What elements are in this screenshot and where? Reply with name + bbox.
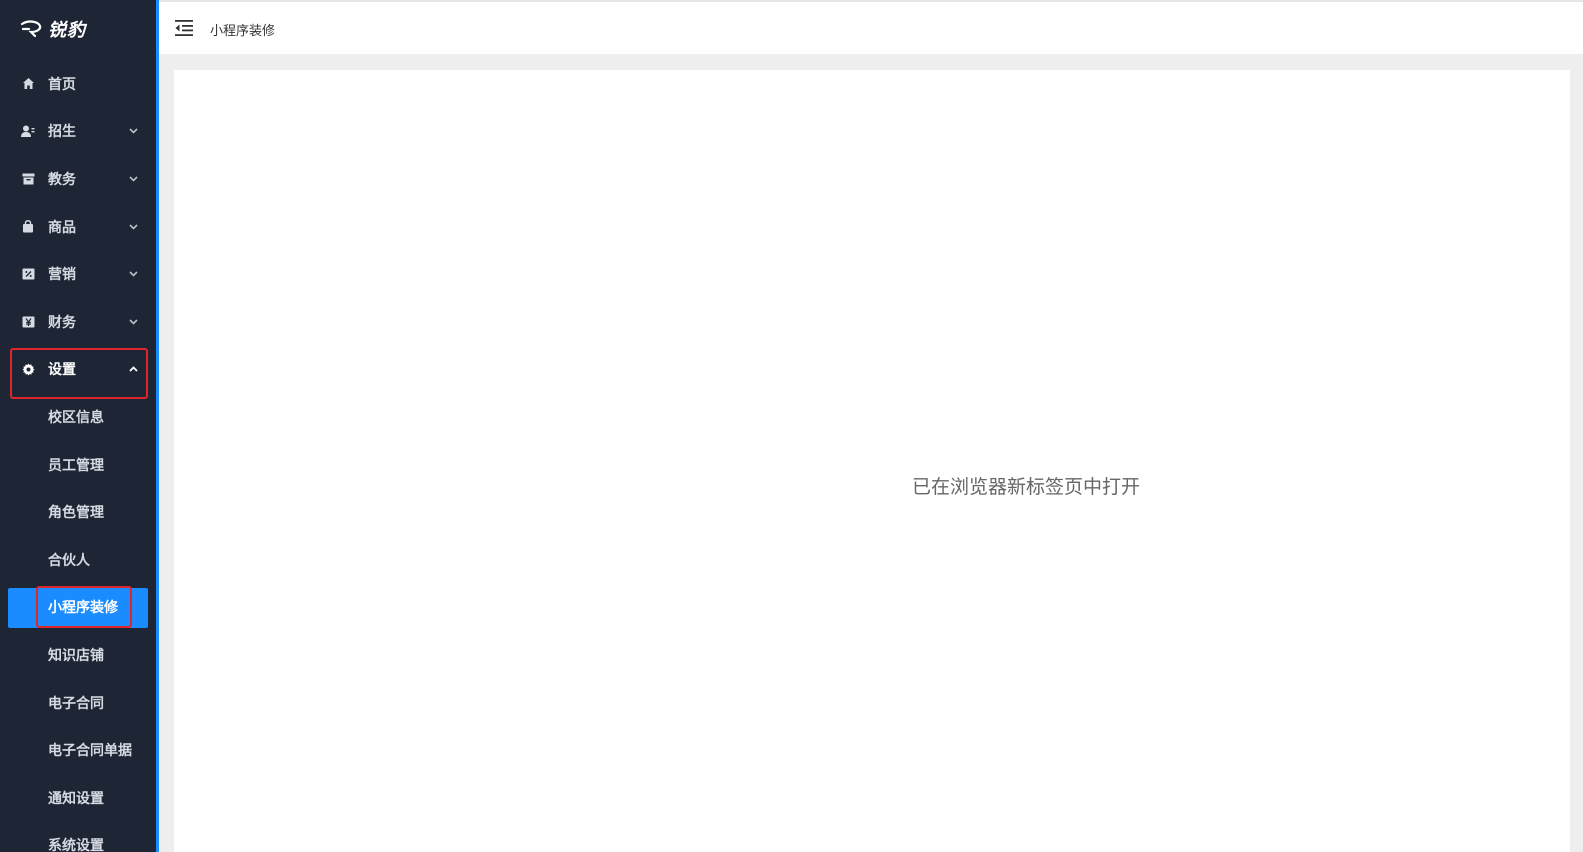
sidebar-item-label: 财务 [48,314,76,331]
sidebar-item-label: 教务 [48,171,76,188]
home-icon [21,77,35,91]
sidebar-subitem-campus-info[interactable]: 校区信息 [0,393,156,441]
sidebar-subitem-label: 通知设置 [48,790,104,807]
sidebar-item-enrollment[interactable]: 招生 [0,108,156,156]
sidebar-subitem-label: 员工管理 [48,457,104,474]
sidebar-subitem-label: 角色管理 [48,505,104,522]
sidebar-item-label: 设置 [48,362,76,379]
sidebar-subitem-label: 电子合同单据 [48,743,132,760]
topbar: 小程序装修 [159,0,1583,54]
sidebar-subitem-label: 小程序装修 [48,600,118,617]
sidebar-subitem-partners[interactable]: 合伙人 [0,536,156,584]
sidebar-subitem-notifications[interactable]: 通知设置 [0,774,156,822]
sidebar: 锐豹 首页 招生 教务 商品 营销 财务 设置 校区信息 员工管理 角色管理 合… [0,0,159,852]
sidebar-item-label: 商品 [48,219,76,236]
user-icon [21,124,35,138]
opened-in-new-tab-message: 已在浏览器新标签页中打开 [912,476,1141,498]
content-panel: 已在浏览器新标签页中打开 [174,70,1570,852]
sidebar-item-academic[interactable]: 教务 [0,155,156,203]
sidebar-subitem-roles[interactable]: 角色管理 [0,488,156,536]
archive-icon [21,172,35,186]
chevron-down-icon [128,222,138,232]
menu-fold-icon [175,20,193,36]
coupon-icon [21,267,35,281]
sidebar-item-home[interactable]: 首页 [0,60,156,108]
sidebar-subitem-label: 校区信息 [48,409,104,426]
sidebar-item-settings[interactable]: 设置 [0,346,156,399]
chevron-down-icon [128,317,138,327]
sidebar-menu: 首页 招生 教务 商品 营销 财务 设置 校区信息 员工管理 角色管理 合伙人 … [0,60,156,852]
chevron-down-icon [128,126,138,136]
sidebar-item-label: 招生 [48,124,76,141]
app-window: 锐豹 首页 招生 教务 商品 营销 财务 设置 校区信息 员工管理 角色管理 合… [0,0,1583,852]
sidebar-subitem-label: 知识店铺 [48,647,104,664]
chevron-up-icon [128,364,138,374]
yen-icon [21,315,35,329]
sidebar-subitem-miniprogram-decor[interactable]: 小程序装修 [0,584,156,632]
content-area: 已在浏览器新标签页中打开 [159,54,1583,852]
sidebar-subitem-e-contract-docs[interactable]: 电子合同单据 [0,726,156,774]
sidebar-subitem-label: 合伙人 [48,552,90,569]
shopping-bag-icon [21,220,35,234]
sidebar-item-finance[interactable]: 财务 [0,298,156,346]
chevron-down-icon [128,174,138,184]
sidebar-subitem-system-settings[interactable]: 系统设置 [0,822,156,852]
brand-name: 锐豹 [48,20,86,41]
sidebar-subitem-staff[interactable]: 员工管理 [0,441,156,489]
sidebar-item-label: 首页 [48,76,76,93]
brand-logo-icon [20,20,42,38]
sidebar-subitem-label: 电子合同 [48,695,104,712]
gear-icon [21,362,35,376]
collapse-sidebar-button[interactable] [174,19,194,37]
sidebar-item-marketing[interactable]: 营销 [0,250,156,298]
sidebar-item-label: 营销 [48,267,76,284]
sidebar-subitem-label: 系统设置 [48,838,104,852]
brand-logo[interactable]: 锐豹 [20,14,86,44]
page-title: 小程序装修 [210,24,276,39]
sidebar-subitem-e-contract[interactable]: 电子合同 [0,679,156,727]
sidebar-item-products[interactable]: 商品 [0,203,156,251]
sidebar-subitem-knowledge-store[interactable]: 知识店铺 [0,631,156,679]
chevron-down-icon [128,269,138,279]
